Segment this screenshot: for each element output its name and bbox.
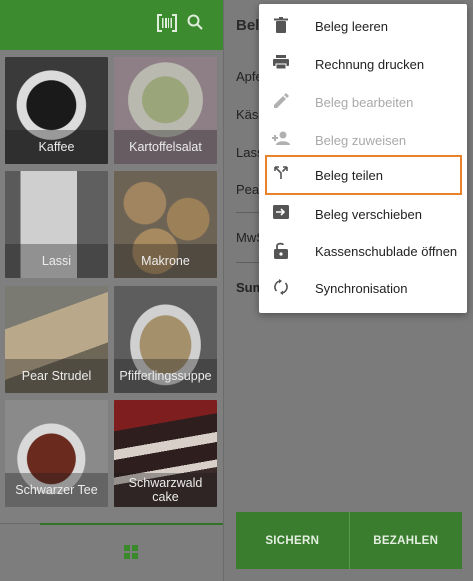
product-label: Pear Strudel <box>5 359 108 393</box>
product-label: Schwarzwald cake <box>114 473 217 507</box>
product-tile-schwarzwald-cake[interactable]: Schwarzwald cake <box>114 400 217 507</box>
menu-item-beleg-bearbeiten[interactable]: Beleg bearbeiten <box>259 83 467 121</box>
trash-icon <box>272 17 290 35</box>
menu-item-label: Beleg leeren <box>315 18 388 34</box>
product-tile-makrone[interactable]: Makrone <box>114 171 217 278</box>
menu-item-label: Rechnung drucken <box>315 56 425 72</box>
split-icon <box>272 166 290 184</box>
receipt-actions: SICHERN BEZAHLEN <box>236 512 462 569</box>
menu-item-beleg-leeren[interactable]: Beleg leeren <box>259 7 467 45</box>
product-label: Lassi <box>5 244 108 278</box>
menu-item-label: Beleg verschieben <box>315 206 422 222</box>
product-tile-kartoffelsalat[interactable]: Kartoffelsalat <box>114 57 217 164</box>
menu-item-kassenschublade-oeffnen[interactable]: Kassenschublade öffnen <box>259 232 467 270</box>
unlock-icon <box>272 242 290 260</box>
active-tab-indicator <box>40 523 223 525</box>
move-icon <box>272 205 290 223</box>
product-tile-pfifferlingssuppe[interactable]: Pfifferlingssuppe <box>114 286 217 393</box>
product-toolbar <box>0 0 223 50</box>
product-tile-kaffee[interactable]: Kaffee <box>5 57 108 164</box>
menu-item-label: Beleg teilen <box>315 167 383 183</box>
menu-item-label: Synchronisation <box>315 280 408 296</box>
product-bottom-nav <box>0 523 223 581</box>
menu-item-beleg-verschieben[interactable]: Beleg verschieben <box>259 195 467 233</box>
menu-item-label: Kassenschublade öffnen <box>315 243 458 259</box>
grid-view-icon[interactable] <box>124 545 138 559</box>
save-button[interactable]: SICHERN <box>236 512 349 569</box>
product-tile-pear-strudel[interactable]: Pear Strudel <box>5 286 108 393</box>
product-tile-schwarzer-tee[interactable]: Schwarzer Tee <box>5 400 108 507</box>
product-panel: Kaffee Kartoffelsalat Lassi Makrone Pear… <box>0 0 223 581</box>
product-label: Kaffee <box>5 130 108 164</box>
menu-item-label: Beleg bearbeiten <box>315 94 414 110</box>
product-label: Schwarzer Tee <box>5 473 108 507</box>
product-label: Pfifferlingssuppe <box>114 359 217 393</box>
pay-button[interactable]: BEZAHLEN <box>348 512 462 569</box>
printer-icon <box>272 55 290 73</box>
barcode-scan-icon[interactable] <box>156 14 178 36</box>
pencil-icon <box>272 93 290 111</box>
product-tile-lassi[interactable]: Lassi <box>5 171 108 278</box>
product-label: Makrone <box>114 244 217 278</box>
search-icon[interactable] <box>184 14 206 36</box>
receipt-options-menu: Beleg leeren Rechnung drucken Beleg bear… <box>259 4 467 313</box>
menu-item-beleg-zuweisen[interactable]: Beleg zuweisen <box>259 121 467 159</box>
assign-person-icon <box>272 131 290 149</box>
menu-item-beleg-teilen[interactable]: Beleg teilen <box>265 155 462 195</box>
menu-item-synchronisation[interactable]: Synchronisation <box>259 269 467 307</box>
menu-item-rechnung-drucken[interactable]: Rechnung drucken <box>259 45 467 83</box>
product-label: Kartoffelsalat <box>114 130 217 164</box>
sync-icon <box>272 279 290 297</box>
menu-item-label: Beleg zuweisen <box>315 132 407 148</box>
